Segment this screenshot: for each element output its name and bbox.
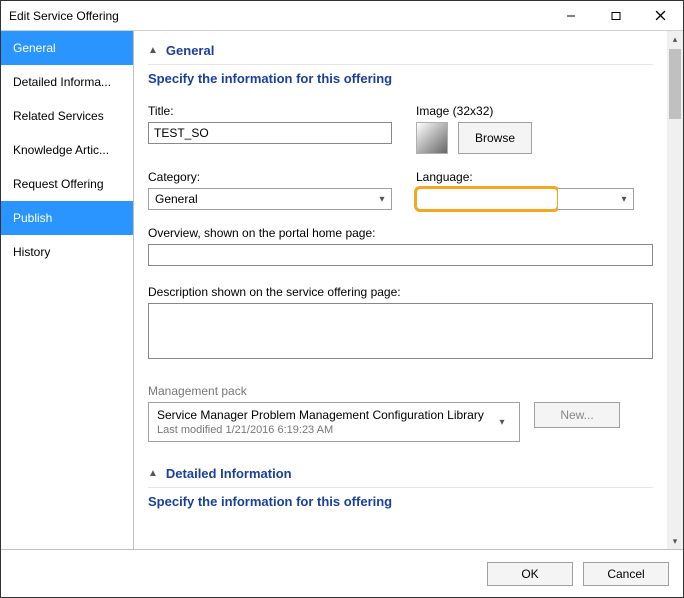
overview-input[interactable] <box>148 244 653 266</box>
category-label: Category: <box>148 170 392 184</box>
management-pack-modified: Last modified 1/21/2016 6:19:23 AM <box>157 424 493 436</box>
maximize-button[interactable] <box>593 1 638 30</box>
section-title-general: General <box>166 43 214 58</box>
chevron-up-icon: ▲ <box>148 468 158 479</box>
chevron-down-icon: ▾ <box>373 194 391 205</box>
scrollbar-thumb[interactable] <box>669 49 681 119</box>
category-combo[interactable]: General ▾ <box>148 188 392 210</box>
main-panel: ▲ General Specify the information for th… <box>134 31 683 549</box>
sidebar-item-related-services[interactable]: Related Services <box>1 99 133 133</box>
chevron-up-icon: ▲ <box>148 45 158 56</box>
chevron-down-icon: ▾ <box>493 417 511 428</box>
sidebar-item-detailed-information[interactable]: Detailed Informa... <box>1 65 133 99</box>
chevron-down-icon: ▾ <box>615 194 633 205</box>
minimize-button[interactable] <box>548 1 593 30</box>
description-input[interactable] <box>148 303 653 359</box>
body: General Detailed Informa... Related Serv… <box>1 31 683 549</box>
close-button[interactable] <box>638 1 683 30</box>
new-button[interactable]: New... <box>534 402 620 428</box>
overview-label: Overview, shown on the portal home page: <box>148 226 653 240</box>
sidebar: General Detailed Informa... Related Serv… <box>1 31 134 549</box>
image-label: Image (32x32) <box>416 104 532 118</box>
language-label: Language: <box>416 170 634 184</box>
cancel-button[interactable]: Cancel <box>583 562 669 586</box>
management-pack-value: Service Manager Problem Management Confi… <box>157 408 493 422</box>
section-subhead-general: Specify the information for this offerin… <box>148 71 653 86</box>
language-combo[interactable] <box>416 188 558 210</box>
titlebar: Edit Service Offering <box>1 1 683 31</box>
sidebar-item-history[interactable]: History <box>1 235 133 269</box>
sidebar-item-general[interactable]: General <box>1 31 133 65</box>
section-header-general[interactable]: ▲ General <box>148 41 653 65</box>
sidebar-item-request-offering[interactable]: Request Offering <box>1 167 133 201</box>
section-subhead-detailed: Specify the information for this offerin… <box>148 494 653 509</box>
dialog-footer: OK Cancel <box>1 549 683 597</box>
language-combo-more[interactable]: ▾ <box>558 188 634 210</box>
image-preview <box>416 122 448 154</box>
scroll-up-icon[interactable]: ▴ <box>667 31 683 47</box>
window-title: Edit Service Offering <box>1 9 548 23</box>
category-value: General <box>149 192 373 206</box>
edit-service-offering-window: Edit Service Offering General Detailed I… <box>0 0 684 598</box>
sidebar-item-publish[interactable]: Publish <box>1 201 133 235</box>
section-title-detailed: Detailed Information <box>166 466 292 481</box>
title-input[interactable] <box>148 122 392 144</box>
management-pack-label: Management pack <box>148 384 653 398</box>
scroll-down-icon[interactable]: ▾ <box>667 533 683 549</box>
section-header-detailed[interactable]: ▲ Detailed Information <box>148 464 653 488</box>
ok-button[interactable]: OK <box>487 562 573 586</box>
sidebar-item-knowledge-articles[interactable]: Knowledge Artic... <box>1 133 133 167</box>
management-pack-combo[interactable]: Service Manager Problem Management Confi… <box>148 402 520 442</box>
description-label: Description shown on the service offerin… <box>148 285 653 299</box>
title-label: Title: <box>148 104 392 118</box>
vertical-scrollbar[interactable]: ▴ ▾ <box>667 31 683 549</box>
browse-button[interactable]: Browse <box>458 122 532 154</box>
